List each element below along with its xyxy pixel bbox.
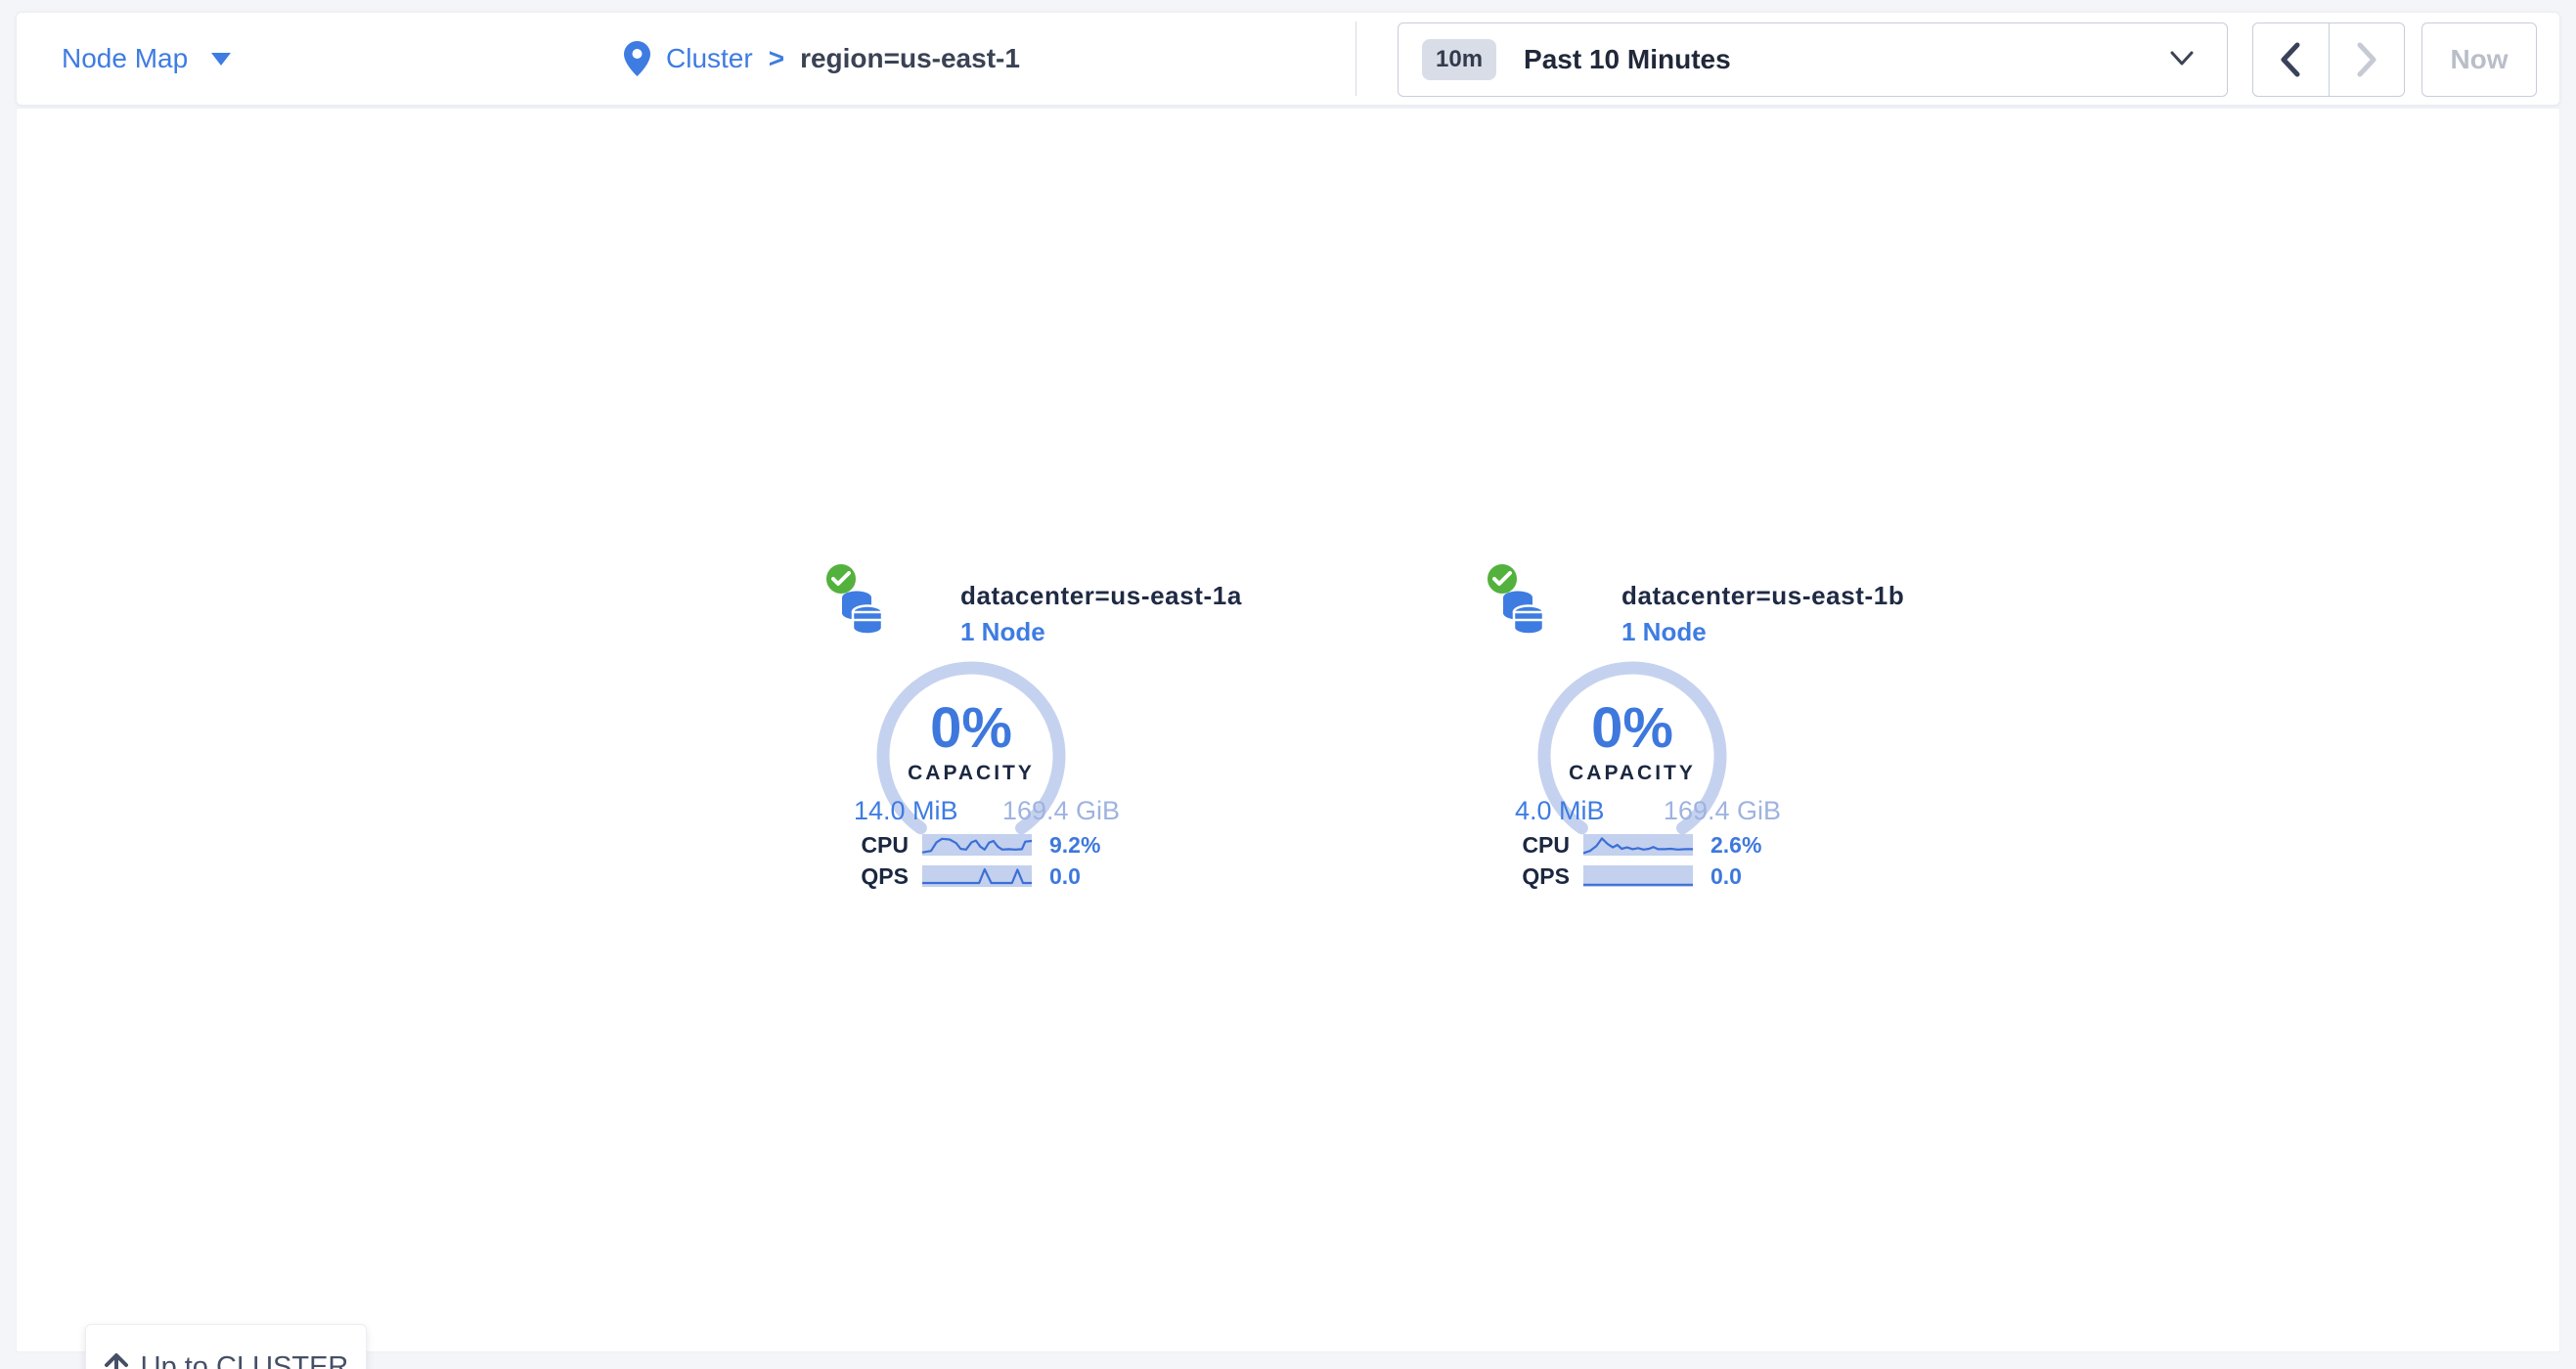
view-selector-label: Node Map bbox=[62, 43, 188, 74]
datacenter-header: datacenter=us-east-1b 1 Node bbox=[1494, 573, 1904, 647]
chevron-left-icon bbox=[2280, 42, 2301, 77]
datacenter-card-us-east-1a[interactable]: datacenter=us-east-1a 1 Node 0% CAPACITY… bbox=[786, 573, 1177, 905]
qps-sparkline bbox=[1583, 865, 1693, 887]
capacity-label: CAPACITY bbox=[873, 762, 1069, 785]
time-nav-group bbox=[2252, 22, 2405, 97]
up-to-cluster-button[interactable]: Up to CLUSTER bbox=[85, 1324, 367, 1369]
qps-label: QPS bbox=[1515, 863, 1570, 890]
cpu-label: CPU bbox=[854, 832, 909, 859]
time-range-dropdown[interactable]: 10m Past 10 Minutes bbox=[1398, 22, 2228, 97]
view-selector-dropdown[interactable]: Node Map bbox=[62, 13, 231, 105]
breadcrumb-current: region=us-east-1 bbox=[800, 43, 1020, 74]
time-range-badge: 10m bbox=[1422, 39, 1496, 80]
qps-value: 0.0 bbox=[1710, 863, 1742, 890]
chevron-right-icon bbox=[2356, 42, 2377, 77]
capacity-label: CAPACITY bbox=[1534, 762, 1730, 785]
capacity-total: 169.4 GiB bbox=[1002, 796, 1120, 826]
qps-metric-row: QPS 0.0 bbox=[1515, 865, 1799, 887]
datacenter-node-count[interactable]: 1 Node bbox=[1621, 617, 1904, 647]
location-pin-icon bbox=[624, 41, 650, 76]
datacenter-title: datacenter=us-east-1b bbox=[1621, 581, 1904, 611]
qps-label: QPS bbox=[854, 863, 909, 890]
qps-metric-row: QPS 0.0 bbox=[854, 865, 1137, 887]
node-map-canvas: datacenter=us-east-1a 1 Node 0% CAPACITY… bbox=[16, 108, 2560, 1352]
cpu-sparkline bbox=[922, 834, 1032, 856]
capacity-values-row: 14.0 MiB 169.4 GiB bbox=[854, 796, 1120, 826]
datacenter-titles: datacenter=us-east-1b 1 Node bbox=[1621, 573, 1904, 647]
capacity-percent: 0% bbox=[1534, 695, 1730, 761]
now-button[interactable]: Now bbox=[2421, 22, 2537, 97]
datacenter-icon-wrap bbox=[833, 573, 890, 630]
capacity-used: 4.0 MiB bbox=[1515, 796, 1605, 826]
header-bar: Node Map Cluster > region=us-east-1 10m … bbox=[16, 12, 2560, 106]
capacity-values-row: 4.0 MiB 169.4 GiB bbox=[1515, 796, 1781, 826]
breadcrumb-separator: > bbox=[769, 43, 784, 74]
datacenter-card-us-east-1b[interactable]: datacenter=us-east-1b 1 Node 0% CAPACITY… bbox=[1447, 573, 1839, 905]
capacity-percent: 0% bbox=[873, 695, 1069, 761]
time-prev-button[interactable] bbox=[2253, 23, 2330, 96]
cpu-sparkline bbox=[1583, 834, 1693, 856]
datacenter-titles: datacenter=us-east-1a 1 Node bbox=[960, 573, 1242, 647]
capacity-total: 169.4 GiB bbox=[1664, 796, 1781, 826]
chevron-down-icon bbox=[2170, 51, 2194, 66]
caret-down-icon bbox=[211, 53, 231, 66]
cpu-label: CPU bbox=[1515, 832, 1570, 859]
datacenter-icon-wrap bbox=[1494, 573, 1551, 630]
database-stack-icon bbox=[835, 591, 886, 640]
qps-value: 0.0 bbox=[1049, 863, 1081, 890]
arrow-up-icon bbox=[104, 1352, 129, 1369]
database-stack-icon bbox=[1496, 591, 1547, 640]
cpu-metric-row: CPU 9.2% bbox=[854, 834, 1137, 856]
datacenter-node-count[interactable]: 1 Node bbox=[960, 617, 1242, 647]
breadcrumb-cluster-link[interactable]: Cluster bbox=[666, 43, 753, 74]
up-to-cluster-label: Up to CLUSTER bbox=[141, 1351, 349, 1369]
cpu-value: 2.6% bbox=[1710, 832, 1761, 859]
datacenter-title: datacenter=us-east-1a bbox=[960, 581, 1242, 611]
qps-sparkline bbox=[922, 865, 1032, 887]
cpu-value: 9.2% bbox=[1049, 832, 1100, 859]
datacenter-header: datacenter=us-east-1a 1 Node bbox=[833, 573, 1242, 647]
time-range-label: Past 10 Minutes bbox=[1524, 44, 1731, 75]
cpu-metric-row: CPU 2.6% bbox=[1515, 834, 1799, 856]
breadcrumb: Cluster > region=us-east-1 bbox=[624, 13, 1020, 105]
capacity-used: 14.0 MiB bbox=[854, 796, 958, 826]
time-next-button[interactable] bbox=[2330, 23, 2405, 96]
header-divider bbox=[1355, 22, 1356, 96]
